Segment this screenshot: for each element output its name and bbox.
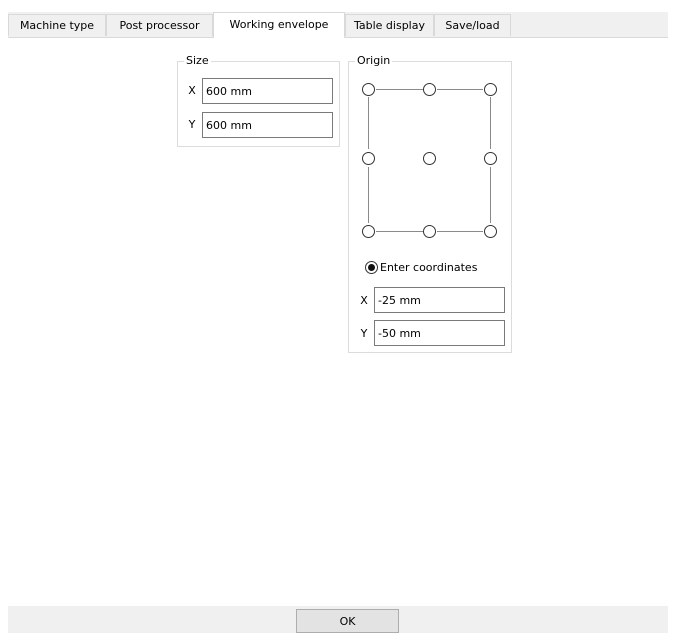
size-y-input[interactable]: [202, 112, 333, 138]
origin-right-line-lower: [490, 167, 491, 223]
origin-bottom-left-radio[interactable]: [362, 225, 375, 238]
origin-y-input[interactable]: [374, 320, 505, 346]
tab-post-processor[interactable]: Post processor: [106, 14, 213, 36]
tab-table-display[interactable]: Table display: [345, 14, 434, 36]
tab-working-envelope[interactable]: Working envelope: [213, 12, 345, 38]
size-y-label: Y: [188, 118, 196, 131]
origin-right-line-upper: [490, 97, 491, 149]
origin-top-right-radio[interactable]: [484, 83, 497, 96]
origin-center-radio[interactable]: [423, 152, 436, 165]
ok-button[interactable]: OK: [296, 609, 399, 633]
origin-x-label: X: [360, 294, 368, 307]
origin-top-left-radio[interactable]: [362, 83, 375, 96]
size-x-label: X: [188, 84, 196, 97]
tab-save-load[interactable]: Save/load: [434, 14, 511, 36]
origin-top-line-right: [437, 89, 483, 90]
origin-top-center-radio[interactable]: [423, 83, 436, 96]
origin-bottom-right-radio[interactable]: [484, 225, 497, 238]
origin-bottom-line-left: [376, 231, 423, 232]
origin-bottom-center-radio[interactable]: [423, 225, 436, 238]
enter-coordinates-label[interactable]: Enter coordinates: [380, 261, 477, 275]
dialog-footer: OK: [8, 606, 668, 633]
origin-left-line-upper: [368, 97, 369, 149]
tab-machine-type[interactable]: Machine type: [8, 14, 106, 36]
origin-left-line-lower: [368, 167, 369, 223]
size-group: Size X Y: [177, 54, 340, 147]
origin-middle-right-radio[interactable]: [484, 152, 497, 165]
size-group-legend: Size: [184, 54, 211, 68]
tab-strip: Machine type Post processor Working enve…: [8, 12, 668, 38]
origin-top-line-left: [376, 89, 423, 90]
origin-middle-left-radio[interactable]: [362, 152, 375, 165]
enter-coordinates-radio[interactable]: [365, 261, 378, 274]
origin-group-legend: Origin: [355, 54, 393, 68]
origin-bottom-line-right: [437, 231, 483, 232]
size-x-input[interactable]: [202, 78, 333, 104]
origin-y-label: Y: [360, 327, 368, 340]
origin-x-input[interactable]: [374, 287, 505, 313]
origin-group: Origin Enter coordinates X Y: [348, 54, 512, 353]
